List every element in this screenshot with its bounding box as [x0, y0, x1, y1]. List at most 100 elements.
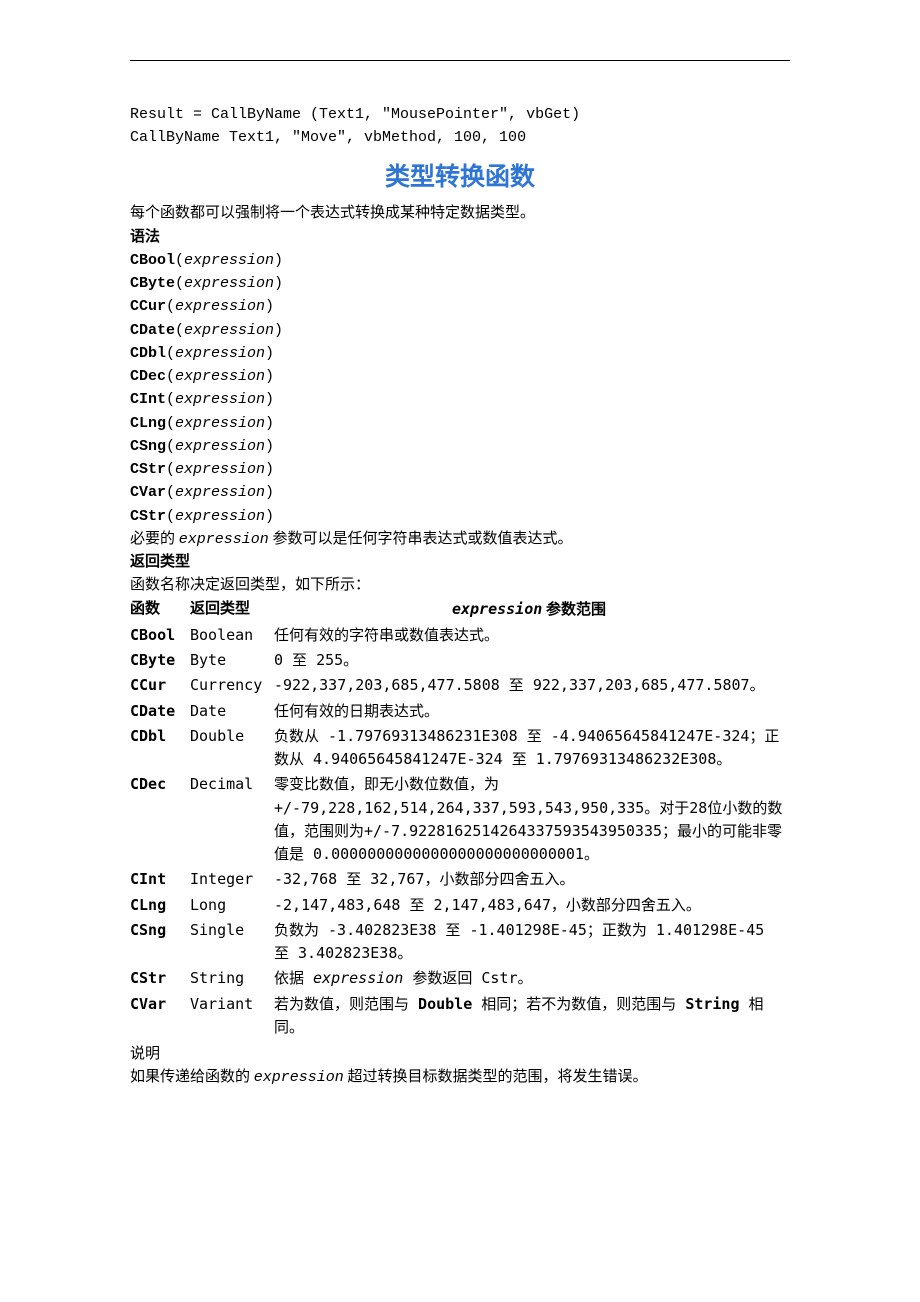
cvar-b1: Double	[418, 995, 472, 1013]
syntax-line: CVar(expression)	[130, 481, 790, 504]
table-cell-range: 任何有效的日期表达式。	[274, 700, 790, 725]
top-rule	[130, 60, 790, 61]
syntax-line: CDec(expression)	[130, 365, 790, 388]
syntax-line: CLng(expression)	[130, 412, 790, 435]
syntax-line: CCur(expression)	[130, 295, 790, 318]
syntax-list: CBool(expression)CByte(expression)CCur(e…	[130, 249, 790, 528]
return-type-heading: 返回类型	[130, 551, 790, 574]
table-cell-fn: CVar	[130, 993, 190, 1042]
syntax-fn-name: CBool	[130, 252, 175, 269]
syntax-arg: expression	[175, 461, 265, 478]
syntax-fn-name: CStr	[130, 461, 166, 478]
table-cell-fn: CByte	[130, 649, 190, 674]
syntax-line: CBool(expression)	[130, 249, 790, 272]
table-cell-range: 任何有效的字符串或数值表达式。	[274, 624, 790, 649]
table-cell-fn: CInt	[130, 868, 190, 893]
table-cell-ret: Date	[190, 700, 274, 725]
syntax-arg: expression	[184, 252, 274, 269]
syntax-fn-name: CDbl	[130, 345, 166, 362]
table-cell-fn: CStr	[130, 967, 190, 992]
section-title: 类型转换函数	[130, 158, 790, 197]
syntax-line: CDate(expression)	[130, 319, 790, 342]
syntax-fn-name: CSng	[130, 438, 166, 455]
syntax-fn-name: CDate	[130, 322, 175, 339]
table-header-fn: 函数	[130, 598, 190, 624]
table-header-expr: expression	[452, 600, 542, 618]
syntax-fn-name: CCur	[130, 298, 166, 315]
table-cell-ret: Integer	[190, 868, 274, 893]
syntax-arg: expression	[175, 438, 265, 455]
table-row: CLngLong-2,147,483,648 至 2,147,483,647，小…	[130, 894, 790, 919]
table-row: CByteByte0 至 255。	[130, 649, 790, 674]
table-row: CStrString依据 expression 参数返回 Cstr。	[130, 967, 790, 992]
syntax-line: CInt(expression)	[130, 388, 790, 411]
syntax-line: CDbl(expression)	[130, 342, 790, 365]
table-cell-ret: Single	[190, 919, 274, 968]
syntax-fn-name: CInt	[130, 391, 166, 408]
cvar-b2: String	[685, 995, 739, 1013]
explain-expr: expression	[254, 1069, 344, 1086]
table-cell-ret: Currency	[190, 674, 274, 699]
param-note-expr: expression	[179, 531, 269, 548]
table-row: CDateDate任何有效的日期表达式。	[130, 700, 790, 725]
syntax-fn-name: CDec	[130, 368, 166, 385]
table-row: CDblDouble负数从 -1.79769313486231E308 至 -4…	[130, 725, 790, 774]
syntax-arg: expression	[175, 508, 265, 525]
table-row: CVarVariant若为数值，则范围与 Double 相同；若不为数值，则范围…	[130, 993, 790, 1042]
table-cell-fn: CLng	[130, 894, 190, 919]
syntax-arg: expression	[175, 391, 265, 408]
syntax-arg: expression	[175, 415, 265, 432]
return-type-table: 函数 返回类型 expression 参数范围 CBoolBoolean任何有效…	[130, 598, 790, 1042]
code-line-2: CallByName Text1, "Move", vbMethod, 100,…	[130, 126, 790, 149]
cvar-p2: 相同；若不为数值，则范围与	[472, 995, 685, 1013]
syntax-arg: expression	[175, 368, 265, 385]
syntax-arg: expression	[184, 275, 274, 292]
table-cell-fn: CCur	[130, 674, 190, 699]
table-cell-fn: CDec	[130, 773, 190, 868]
syntax-arg: expression	[184, 322, 274, 339]
table-cell-range: -2,147,483,648 至 2,147,483,647，小数部分四舍五入。	[274, 894, 790, 919]
table-cell-fn: CDate	[130, 700, 190, 725]
cstr-range-prefix: 依据	[274, 969, 313, 987]
table-cell-range: 负数从 -1.79769313486231E308 至 -4.940656458…	[274, 725, 790, 774]
table-cell-range: -32,768 至 32,767，小数部分四舍五入。	[274, 868, 790, 893]
syntax-line: CByte(expression)	[130, 272, 790, 295]
table-header-range-suffix: 参数范围	[542, 602, 606, 618]
table-row: CDecDecimal零变比数值，即无小数位数值，为 +/-79,228,162…	[130, 773, 790, 868]
param-note: 必要的 expression 参数可以是任何字符串表达式或数值表达式。	[130, 528, 790, 551]
syntax-fn-name: CLng	[130, 415, 166, 432]
table-row: CCurCurrency-922,337,203,685,477.5808 至 …	[130, 674, 790, 699]
return-type-note: 函数名称决定返回类型，如下所示：	[130, 574, 790, 597]
table-cell-fn: CSng	[130, 919, 190, 968]
table-cell-ret: Double	[190, 725, 274, 774]
explain-heading: 说明	[130, 1043, 790, 1066]
explain-suffix: 超过转换目标数据类型的范围，将发生错误。	[344, 1069, 648, 1085]
table-cell-fn: CBool	[130, 624, 190, 649]
syntax-line: CStr(expression)	[130, 458, 790, 481]
syntax-arg: expression	[175, 345, 265, 362]
table-cell-range: 依据 expression 参数返回 Cstr。	[274, 967, 790, 992]
table-header-range: expression 参数范围	[274, 598, 790, 624]
syntax-fn-name: CVar	[130, 484, 166, 501]
syntax-fn-name: CByte	[130, 275, 175, 292]
explain-note: 如果传递给函数的 expression 超过转换目标数据类型的范围，将发生错误。	[130, 1066, 790, 1089]
cvar-p1: 若为数值，则范围与	[274, 995, 418, 1013]
intro-text: 每个函数都可以强制将一个表达式转换成某种特定数据类型。	[130, 202, 790, 225]
cstr-range-suffix: 参数返回 Cstr。	[403, 969, 532, 987]
table-cell-ret: Boolean	[190, 624, 274, 649]
table-cell-ret: Decimal	[190, 773, 274, 868]
table-cell-range: 负数为 -3.402823E38 至 -1.401298E-45；正数为 1.4…	[274, 919, 790, 968]
table-cell-range: -922,337,203,685,477.5808 至 922,337,203,…	[274, 674, 790, 699]
table-cell-ret: String	[190, 967, 274, 992]
syntax-arg: expression	[175, 298, 265, 315]
table-cell-ret: Variant	[190, 993, 274, 1042]
syntax-line: CStr(expression)	[130, 505, 790, 528]
explain-prefix: 如果传递给函数的	[130, 1069, 254, 1085]
table-row: CIntInteger-32,768 至 32,767，小数部分四舍五入。	[130, 868, 790, 893]
table-cell-ret: Long	[190, 894, 274, 919]
code-line-1: Result = CallByName (Text1, "MousePointe…	[130, 103, 790, 126]
syntax-arg: expression	[175, 484, 265, 501]
table-header-ret: 返回类型	[190, 598, 274, 624]
syntax-heading: 语法	[130, 226, 790, 249]
cstr-range-expr: expression	[313, 969, 403, 987]
